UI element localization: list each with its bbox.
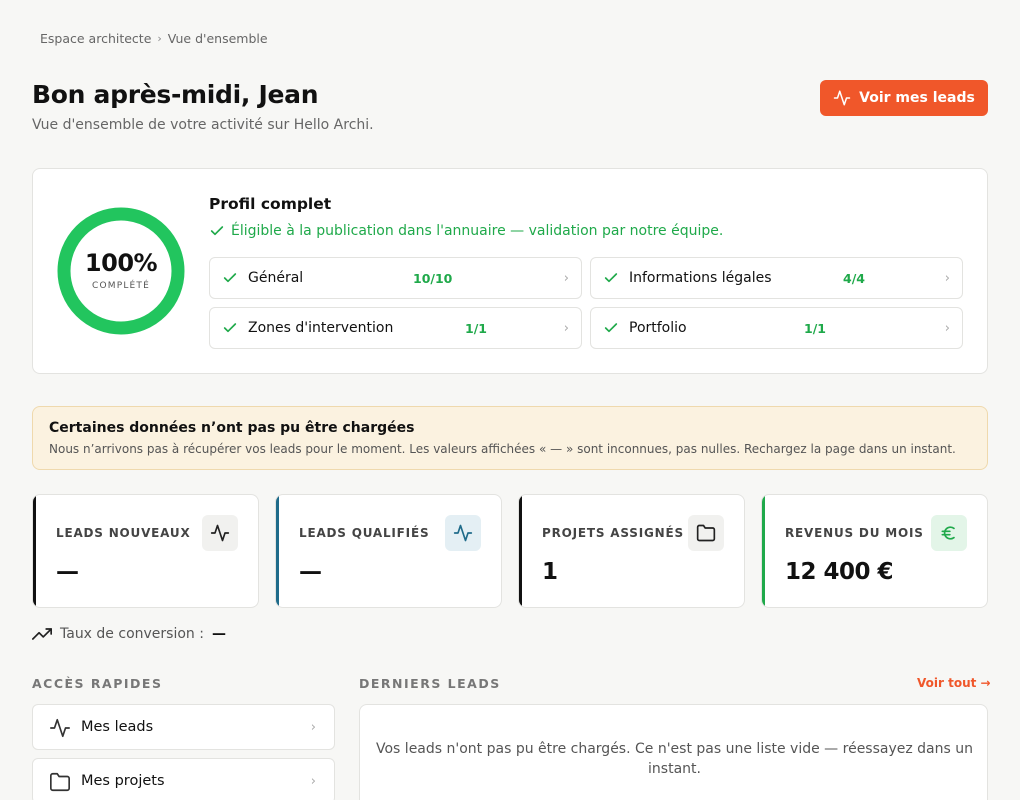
stat-accent-bar [762,495,765,607]
stat-label: REVENUS DU MOIS [785,526,924,540]
profile-status-title: Profil complet [209,195,332,213]
stat-accent-bar [33,495,36,607]
stat-accent-bar [519,495,522,607]
stat-value: 1 [542,559,558,585]
breadcrumb-item-current: Vue d'ensemble [167,31,268,46]
leads-error-message: Vos leads n'ont pas pu être chargés. Ce … [376,741,973,777]
check-icon [223,323,237,333]
section-name: Informations légales [629,270,772,286]
chevron-right-icon: › [944,270,950,286]
stat-card-qualified-leads: LEADS QUALIFIÉS — [275,494,502,608]
quick-link-my-projects[interactable]: Mes projets › [32,758,335,800]
breadcrumb: Espace architecte › Vue d'ensemble [40,31,268,46]
check-icon [604,323,618,333]
profile-eligibility-text: Éligible à la publication dans l'annuair… [231,223,724,239]
completion-percent: 100% [84,249,158,277]
check-icon [223,273,237,283]
section-name: Zones d'intervention [248,320,394,336]
stat-card-new-leads: LEADS NOUVEAUX — [32,494,259,608]
section-intervention-zones[interactable]: Zones d'intervention 1/1 › [209,307,582,349]
page-title: Bon après-midi, Jean [32,80,319,109]
quick-link-label: Mes projets [81,773,165,789]
breadcrumb-separator-icon: › [157,32,162,45]
section-count: 10/10 [413,270,453,286]
stat-card-monthly-revenue: REVENUS DU MOIS 12 400 € [761,494,988,608]
chevron-right-icon: › [310,773,316,789]
section-count: 1/1 [804,320,826,336]
breadcrumb-item-espace-architecte[interactable]: Espace architecte [40,31,151,46]
profile-eligibility: Éligible à la publication dans l'annuair… [209,223,723,239]
section-name: Portfolio [629,320,687,336]
activity-icon [445,515,481,551]
folder-icon [688,515,724,551]
quick-access-title: ACCÈS RAPIDES [32,676,163,691]
data-load-warning: Certaines données n’ont pas pu être char… [32,406,988,470]
folder-icon [50,772,70,792]
warning-text: Nous n’arrivons pas à récupérer vos lead… [49,442,956,456]
latest-leads-title: DERNIERS LEADS [359,676,501,691]
conversion-value: — [211,626,226,642]
stat-card-assigned-projects: PROJETS ASSIGNÉS 1 [518,494,745,608]
section-legal-info[interactable]: Informations légales 4/4 › [590,257,963,299]
profile-completion-card: 100% COMPLÉTÉ Profil complet Éligible à … [32,168,988,374]
conversion-label: Taux de conversion : [60,626,204,642]
page-subtitle: Vue d'ensemble de votre activité sur Hel… [32,117,374,133]
activity-icon [833,90,851,106]
activity-icon [50,718,70,738]
section-count: 4/4 [843,270,865,286]
stat-value: — [299,559,322,585]
chevron-right-icon: › [563,320,569,336]
section-count: 1/1 [465,320,487,336]
chevron-right-icon: › [310,719,316,735]
warning-title: Certaines données n’ont pas pu être char… [49,420,415,436]
quick-link-my-leads[interactable]: Mes leads › [32,704,335,750]
completion-caption: COMPLÉTÉ [91,281,151,291]
section-portfolio[interactable]: Portfolio 1/1 › [590,307,963,349]
quick-link-label: Mes leads [81,719,154,735]
section-general[interactable]: Général 10/10 › [209,257,582,299]
chevron-right-icon: › [944,320,950,336]
trending-up-icon [32,628,52,640]
euro-icon [931,515,967,551]
stat-label: PROJETS ASSIGNÉS [542,526,684,540]
chevron-right-icon: › [563,270,569,286]
section-name: Général [248,270,304,286]
stat-value: — [56,559,79,585]
check-icon [604,273,618,283]
stat-value: 12 400 € [785,559,894,585]
view-all-leads-link[interactable]: Voir tout → [917,676,991,690]
check-icon [210,226,224,236]
view-leads-button[interactable]: Voir mes leads [820,80,988,116]
view-leads-label: Voir mes leads [859,90,975,106]
conversion-rate: Taux de conversion : — [32,624,226,644]
latest-leads-panel: Vos leads n'ont pas pu être chargés. Ce … [359,704,988,800]
stat-accent-bar [276,495,279,607]
stat-label: LEADS NOUVEAUX [56,526,191,540]
stat-label: LEADS QUALIFIÉS [299,526,430,540]
activity-icon [202,515,238,551]
